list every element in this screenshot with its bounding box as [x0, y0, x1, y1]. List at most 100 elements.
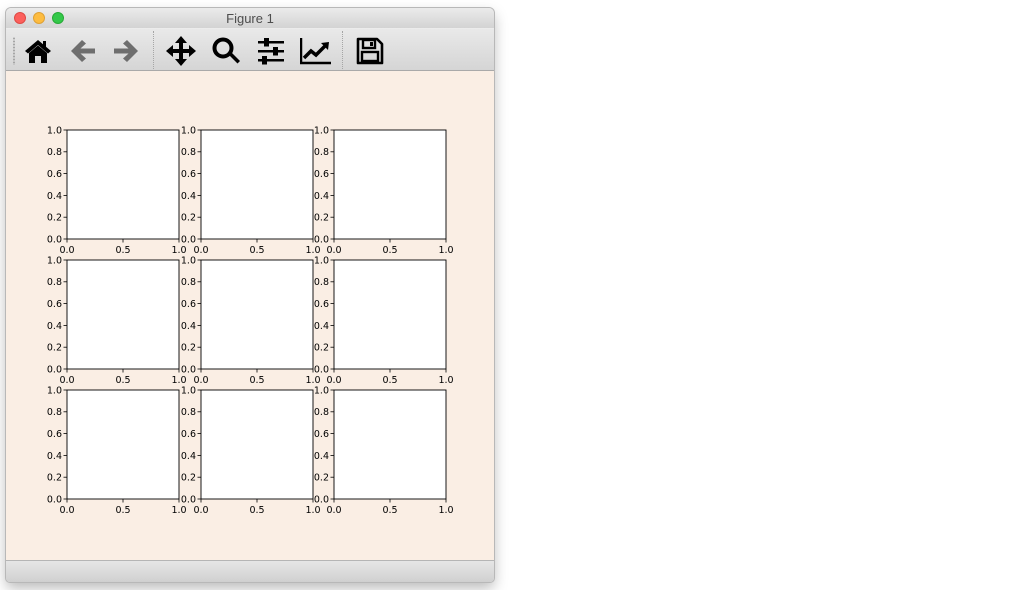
- pan-button[interactable]: [165, 35, 197, 67]
- subplot-4[interactable]: 0.0 0.2 0.4 0.6 0.8 1.0 0.0 0.5 1.0: [47, 255, 187, 386]
- x-tick-label: 1.0: [438, 505, 453, 516]
- y-tick-label: 1.0: [314, 385, 329, 396]
- x-tick-label: 0.5: [249, 375, 264, 386]
- y-tick-label: 0.6: [181, 169, 196, 180]
- home-icon: [25, 40, 51, 63]
- y-tick-label: 0.2: [181, 213, 196, 224]
- subplot-5[interactable]: 0.0 0.2 0.4 0.6 0.8 1.0 0.0 0.5 1.0: [181, 255, 321, 386]
- toolbar-separator: [153, 31, 154, 69]
- subplot-7[interactable]: 0.0 0.2 0.4 0.6 0.8 1.0 0.0 0.5 1.0: [47, 385, 187, 516]
- y-tick-label: 0.6: [47, 429, 62, 440]
- title-bar[interactable]: Figure 1: [6, 8, 494, 28]
- y-tick-label: 0.2: [47, 213, 62, 224]
- x-tick-label: 0.5: [249, 245, 264, 256]
- y-tick-label: 0.0: [47, 234, 62, 245]
- save-button[interactable]: [354, 35, 386, 67]
- subplot-3[interactable]: 0.0 0.2 0.4 0.6 0.8 1.0 0.0 0.5 1.0: [314, 125, 454, 256]
- axes-background: [201, 390, 313, 499]
- window-title: Figure 1: [226, 11, 274, 26]
- subplot-grid[interactable]: 0.00.20.40.60.81.00.0 0.5 1.00.00.20.40.60…: [6, 71, 494, 560]
- zoom-button[interactable]: [210, 35, 242, 67]
- y-tick-label: 0.0: [181, 364, 196, 375]
- x-tick-label: 1.0: [438, 245, 453, 256]
- forward-button[interactable]: [110, 35, 142, 67]
- y-tick-label: 0.8: [47, 407, 62, 418]
- y-tick-label: 0.6: [181, 429, 196, 440]
- toolbar-grip[interactable]: [13, 37, 15, 65]
- magnifier-icon: [212, 37, 240, 64]
- subplot-1[interactable]: 0.0 0.2 0.4 0.6 0.8 1.0 0.0 0.5 1.0: [47, 125, 187, 256]
- x-tick-label: 1.0: [438, 375, 453, 386]
- back-button[interactable]: [67, 35, 99, 67]
- figure-canvas[interactable]: 0.0 0.2 0.4 0.6 0.8 1.0 0.0 0.5 1.0 0.0 0.2 0.4 0.6 0…: [6, 71, 494, 560]
- minimize-window-button[interactable]: [33, 12, 45, 24]
- y-tick-label: 1.0: [47, 125, 62, 136]
- home-button[interactable]: [22, 35, 54, 67]
- x-tick-label: 0.5: [115, 375, 130, 386]
- line-chart-icon: [300, 38, 331, 65]
- x-tick-label: 0.0: [59, 505, 74, 516]
- y-tick-label: 1.0: [314, 255, 329, 266]
- figure-window: Figure 1 0.0 0.2 0.4 0.6 0.8 1.0 0.0 0.5…: [6, 8, 494, 582]
- x-tick-label: 0.5: [382, 505, 397, 516]
- y-tick-label: 0.0: [314, 364, 329, 375]
- y-tick-label: 0.4: [181, 451, 196, 462]
- x-tick-label: 1.0: [171, 245, 186, 256]
- x-tick-label: 1.0: [171, 375, 186, 386]
- move-arrows-icon: [166, 36, 196, 66]
- toolbar-separator: [342, 31, 343, 69]
- maximize-window-button[interactable]: [52, 12, 64, 24]
- y-tick-label: 0.2: [47, 343, 62, 354]
- y-tick-label: 1.0: [181, 125, 196, 136]
- x-tick-label: 0.5: [382, 375, 397, 386]
- y-tick-label: 0.4: [47, 321, 62, 332]
- edit-axis-button[interactable]: [300, 35, 332, 67]
- subplot-6[interactable]: 0.0 0.2 0.4 0.6 0.8 1.0 0.0 0.5 1.0: [314, 255, 454, 386]
- y-tick-label: 0.6: [314, 429, 329, 440]
- close-window-button[interactable]: [14, 12, 26, 24]
- x-tick-label: 0.5: [115, 245, 130, 256]
- y-tick-label: 0.8: [314, 147, 329, 158]
- arrow-right-icon: [114, 40, 138, 62]
- y-tick-label: 0.2: [314, 473, 329, 484]
- subplot-2[interactable]: 0.0 0.2 0.4 0.6 0.8 1.0 0.0 0.5 1.0: [181, 125, 321, 256]
- y-tick-label: 1.0: [181, 255, 196, 266]
- y-tick-label: 0.0: [314, 234, 329, 245]
- y-tick-label: 0.0: [47, 364, 62, 375]
- x-tick-label: 0.0: [326, 375, 341, 386]
- y-tick-label: 0.4: [314, 191, 329, 202]
- x-tick-label: 0.0: [59, 245, 74, 256]
- y-tick-label: 0.2: [181, 343, 196, 354]
- x-tick-label: 0.0: [193, 375, 208, 386]
- y-tick-label: 0.6: [47, 299, 62, 310]
- y-tick-label: 0.8: [47, 147, 62, 158]
- x-tick-label: 1.0: [305, 245, 320, 256]
- x-tick-label: 0.0: [326, 245, 341, 256]
- x-tick-label: 0.0: [193, 245, 208, 256]
- y-tick-label: 0.8: [181, 277, 196, 288]
- configure-subplots-button[interactable]: [255, 35, 287, 67]
- subplot-9[interactable]: 0.0 0.2 0.4 0.6 0.8 1.0 0.0 0.5 1.0: [314, 385, 454, 516]
- y-tick-label: 0.4: [47, 451, 62, 462]
- y-tick-label: 0.6: [314, 169, 329, 180]
- y-tick-label: 0.8: [47, 277, 62, 288]
- subplot-8[interactable]: 0.0 0.2 0.4 0.6 0.8 1.0 0.0 0.5 1.0: [181, 385, 321, 516]
- y-tick-label: 0.2: [314, 343, 329, 354]
- x-tick-label: 0.0: [193, 505, 208, 516]
- x-tick-label: 1.0: [171, 505, 186, 516]
- axes-background: [67, 390, 179, 499]
- axes-background: [201, 130, 313, 239]
- axes-background: [334, 390, 446, 499]
- y-tick-label: 0.6: [47, 169, 62, 180]
- y-tick-label: 0.0: [314, 494, 329, 505]
- arrow-left-icon: [71, 40, 95, 62]
- y-tick-label: 0.4: [47, 191, 62, 202]
- y-tick-label: 0.4: [314, 451, 329, 462]
- x-tick-label: 0.5: [115, 505, 130, 516]
- y-tick-label: 0.2: [181, 473, 196, 484]
- floppy-disk-icon: [356, 37, 384, 65]
- y-tick-label: 0.0: [181, 234, 196, 245]
- x-tick-label: 1.0: [305, 375, 320, 386]
- y-tick-label: 1.0: [47, 255, 62, 266]
- y-tick-label: 0.2: [314, 213, 329, 224]
